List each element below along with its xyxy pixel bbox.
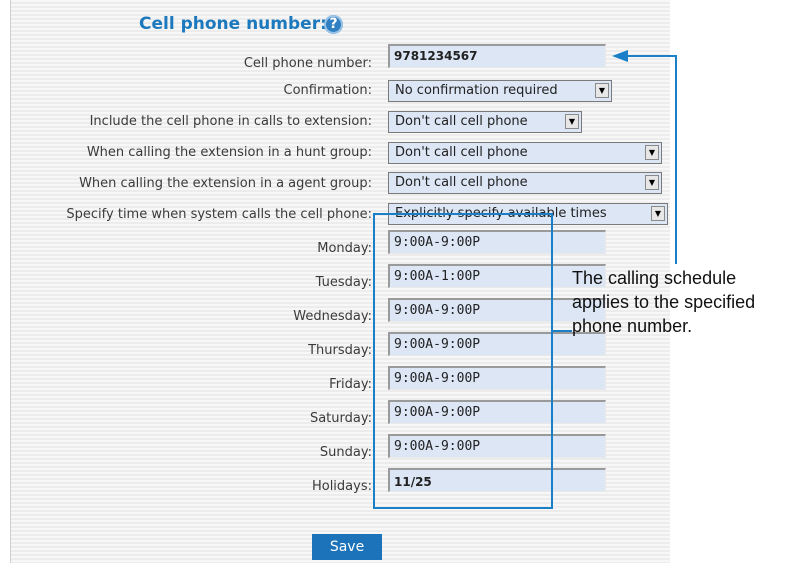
friday-label: Friday: [329,377,372,392]
triangle-down-icon[interactable]: ▼ [645,175,659,190]
time-specify-label: Specify time when system calls the cell … [66,207,372,222]
confirmation-select[interactable]: No confirmation required ▼ [388,80,612,102]
include-cell-phone-select[interactable]: Don't call cell phone ▼ [388,111,582,133]
wednesday-label: Wednesday: [293,309,372,324]
triangle-down-icon[interactable]: ▼ [651,206,665,221]
confirmation-label: Confirmation: [283,83,373,98]
sunday-label: Sunday: [319,445,372,460]
section-title: Cell phone number: [139,14,327,34]
thursday-label: Thursday: [308,343,372,358]
schedule-callout-box [373,213,553,509]
include-cell-phone-select-value: Don't call cell phone [395,114,528,129]
cell-phone-number-label: Cell phone number: [243,56,372,71]
holidays-label: Holidays: [311,479,372,494]
help-icon[interactable]: ? [324,15,343,34]
monday-label: Monday: [317,241,372,256]
hunt-group-select-value: Don't call cell phone [395,145,528,160]
hunt-group-label: When calling the extension in a hunt gro… [86,145,372,160]
hunt-group-select[interactable]: Don't call cell phone ▼ [388,142,662,164]
agent-group-select-value: Don't call cell phone [395,175,528,190]
include-cell-phone-label: Include the cell phone in calls to exten… [89,114,372,129]
agent-group-label: When calling the extension in a agent gr… [79,176,372,191]
confirmation-select-value: No confirmation required [395,83,558,98]
panel-left-border [10,0,11,563]
save-button[interactable]: Save [312,534,382,560]
cell-phone-number-input[interactable]: 9781234567 [388,44,606,68]
agent-group-select[interactable]: Don't call cell phone ▼ [388,172,662,194]
saturday-label: Saturday: [309,411,372,426]
triangle-down-icon[interactable]: ▼ [595,83,609,98]
triangle-down-icon[interactable]: ▼ [645,145,659,160]
callout-text: The calling schedule applies to the spec… [572,268,756,336]
tuesday-label: Tuesday: [315,275,372,290]
triangle-down-icon[interactable]: ▼ [565,114,579,129]
